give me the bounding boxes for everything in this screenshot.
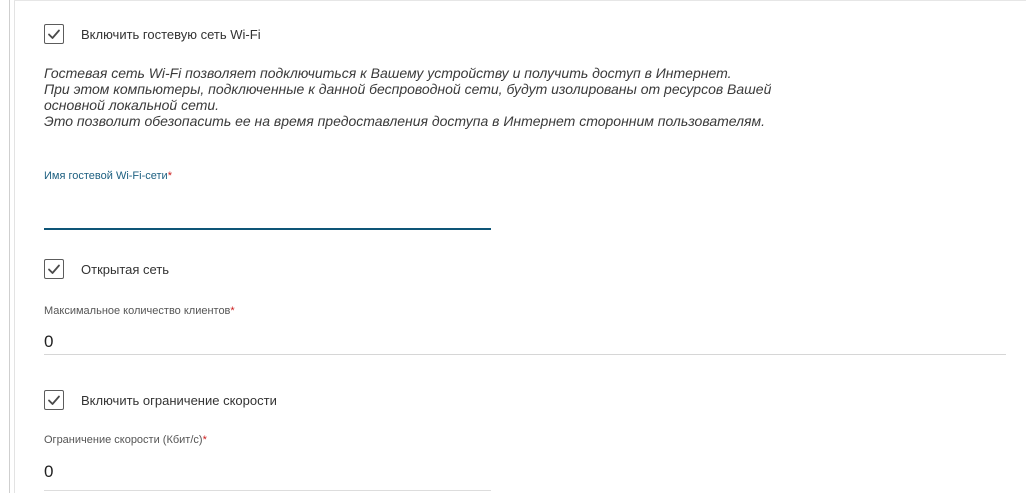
required-mark: *	[202, 434, 207, 446]
open-network-row[interactable]: Открытая сеть	[44, 259, 169, 279]
description-line: Это позволит обезопасить ее на время пре…	[44, 113, 765, 129]
enable-speed-limit-label: Включить ограничение скорости	[81, 392, 277, 408]
enable-guest-wifi-label: Включить гостевую сеть Wi-Fi	[81, 26, 261, 42]
enable-guest-wifi-row[interactable]: Включить гостевую сеть Wi-Fi	[44, 24, 261, 44]
speed-limit-label-text: Ограничение скорости (Кбит/с)	[44, 434, 203, 446]
checkmark-icon	[48, 264, 60, 274]
max-clients-field-label: Максимальное количество клиентов*	[44, 305, 235, 317]
panel-top-border	[14, 0, 1026, 1]
panel-left-border	[9, 0, 10, 493]
description-line: При этом компьютеры, подключенные к данн…	[44, 81, 772, 97]
required-mark: *	[230, 305, 235, 317]
enable-speed-limit-row[interactable]: Включить ограничение скорости	[44, 390, 277, 410]
description-line: Гостевая сеть Wi-Fi позволяет подключить…	[44, 65, 732, 81]
checkmark-icon	[48, 395, 60, 405]
max-clients-input[interactable]: 0	[44, 329, 1006, 355]
open-network-label: Открытая сеть	[81, 261, 170, 277]
ssid-input[interactable]	[44, 194, 491, 230]
speed-limit-input-underline	[44, 490, 491, 491]
speed-limit-field-label: Ограничение скорости (Кбит/с)*	[44, 434, 207, 446]
enable-guest-wifi-checkbox[interactable]	[44, 24, 64, 44]
description-line: основной локальной сети.	[44, 97, 220, 113]
max-clients-label-text: Максимальное количество клиентов	[44, 305, 231, 317]
checkmark-icon	[48, 29, 60, 39]
ssid-field-label: Имя гостевой Wi-Fi-сети*	[44, 170, 172, 182]
speed-limit-input[interactable]: 0	[44, 459, 1006, 485]
guest-wifi-description: Гостевая сеть Wi-Fi позволяет подключить…	[44, 65, 944, 129]
panel-left-border-inner	[14, 0, 15, 493]
required-mark: *	[167, 170, 172, 182]
ssid-label-text: Имя гостевой Wi-Fi-сети	[44, 170, 168, 182]
enable-speed-limit-checkbox[interactable]	[44, 390, 64, 410]
open-network-checkbox[interactable]	[44, 259, 64, 279]
